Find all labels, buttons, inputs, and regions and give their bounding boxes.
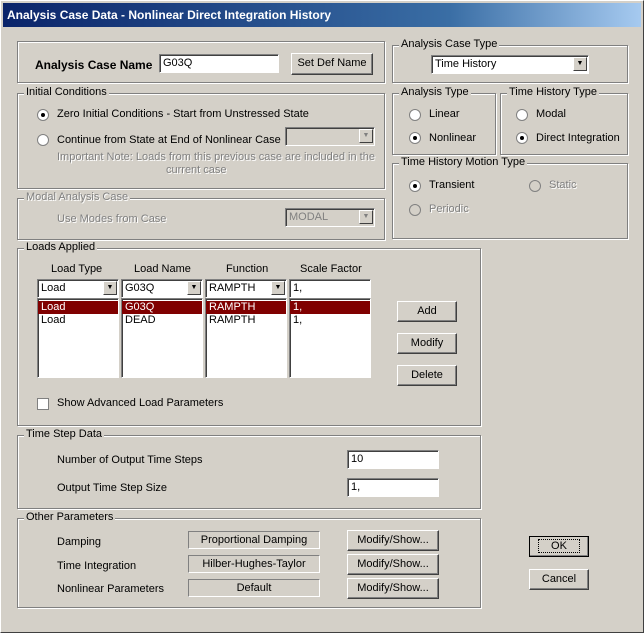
analysis-type-group: Analysis Type <box>392 86 496 155</box>
damping-modify-show-button[interactable]: Modify/Show... <box>347 530 439 551</box>
chevron-down-icon[interactable]: ▼ <box>573 57 587 71</box>
header-load-type: Load Type <box>51 263 103 275</box>
modify-button[interactable]: Modify <box>397 333 457 354</box>
load-name-value: G03Q <box>125 282 155 294</box>
case-name-label: Analysis Case Name <box>35 58 153 72</box>
chevron-down-icon[interactable]: ▼ <box>359 210 373 224</box>
title-bar: Analysis Case Data - Nonlinear Direct In… <box>3 3 641 27</box>
nonlinear-params-value: Default <box>188 579 320 597</box>
zero-initial-radio[interactable] <box>37 109 49 121</box>
case-type-dropdown[interactable]: Time History ▼ <box>431 55 589 74</box>
load-name-list[interactable]: G03Q DEAD <box>121 298 203 378</box>
transient-radio[interactable] <box>409 180 421 192</box>
header-scale-factor: Scale Factor <box>300 263 362 275</box>
nonlinear-radio[interactable] <box>409 132 421 144</box>
scale-factor-input[interactable]: 1, <box>289 279 371 298</box>
modal-radio[interactable] <box>516 109 528 121</box>
header-load-name: Load Name <box>134 263 191 275</box>
list-item[interactable]: RAMPTH <box>206 301 286 314</box>
loads-applied-legend: Loads Applied <box>24 241 98 253</box>
step-size-label: Output Time Step Size <box>57 482 168 494</box>
time-history-type-legend: Time History Type <box>507 86 600 98</box>
function-value: RAMPTH <box>209 282 256 294</box>
list-item[interactable]: 1, <box>290 314 370 327</box>
case-name-input[interactable]: G03Q <box>159 54 279 73</box>
function-dropdown[interactable]: RAMPTH ▼ <box>205 279 287 298</box>
chevron-down-icon[interactable]: ▼ <box>187 281 201 295</box>
modal-label: Modal <box>536 108 566 120</box>
integration-label: Time Integration <box>57 560 137 572</box>
linear-radio[interactable] <box>409 109 421 121</box>
ok-button-label: OK <box>538 539 580 553</box>
load-type-value: Load <box>41 282 66 294</box>
list-item[interactable]: Load <box>38 314 118 327</box>
output-steps-label: Number of Output Time Steps <box>57 454 203 466</box>
static-radio[interactable] <box>529 180 541 192</box>
integration-modify-show-button[interactable]: Modify/Show... <box>347 554 439 575</box>
other-params-legend: Other Parameters <box>24 511 116 523</box>
add-button[interactable]: Add <box>397 301 457 322</box>
damping-label: Damping <box>57 536 102 548</box>
list-item[interactable]: DEAD <box>122 314 202 327</box>
advanced-load-label: Show Advanced Load Parameters <box>57 397 224 409</box>
initial-conditions-legend: Initial Conditions <box>24 86 109 98</box>
continue-case-dropdown[interactable]: ▼ <box>285 127 375 146</box>
periodic-label: Periodic <box>429 203 469 215</box>
direct-integration-label: Direct Integration <box>536 132 620 144</box>
cancel-button[interactable]: Cancel <box>529 569 589 590</box>
case-type-legend: Analysis Case Type <box>399 38 500 50</box>
analysis-type-legend: Analysis Type <box>399 86 471 98</box>
output-steps-input[interactable]: 10 <box>347 450 439 469</box>
integration-value: Hilber-Hughes-Taylor <box>188 555 320 573</box>
damping-value: Proportional Damping <box>188 531 320 549</box>
time-step-group: Time Step Data <box>17 428 481 509</box>
load-name-dropdown[interactable]: G03Q ▼ <box>121 279 203 298</box>
chevron-down-icon[interactable]: ▼ <box>103 281 117 295</box>
list-item[interactable]: 1, <box>290 301 370 314</box>
step-size-input[interactable]: 1, <box>347 478 439 497</box>
nonlinear-params-label: Nonlinear Parameters <box>57 583 164 595</box>
modal-case-label: Use Modes from Case <box>57 213 167 225</box>
time-step-legend: Time Step Data <box>24 428 105 440</box>
load-type-list[interactable]: Load Load <box>37 298 119 378</box>
motion-type-group: Time History Motion Type <box>392 156 628 239</box>
continue-state-label: Continue from State at End of Nonlinear … <box>57 134 281 146</box>
scale-factor-list[interactable]: 1, 1, <box>289 298 371 378</box>
modal-case-legend: Modal Analysis Case <box>24 191 131 203</box>
function-list[interactable]: RAMPTH RAMPTH <box>205 298 287 378</box>
ok-button[interactable]: OK <box>529 536 589 557</box>
periodic-radio[interactable] <box>409 204 421 216</box>
continue-state-radio[interactable] <box>37 134 49 146</box>
nonlinear-modify-show-button[interactable]: Modify/Show... <box>347 578 439 599</box>
advanced-load-checkbox[interactable] <box>37 398 49 410</box>
linear-label: Linear <box>429 108 460 120</box>
load-type-dropdown[interactable]: Load ▼ <box>37 279 119 298</box>
dialog-window: Analysis Case Data - Nonlinear Direct In… <box>0 0 644 633</box>
list-item[interactable]: RAMPTH <box>206 314 286 327</box>
case-type-value: Time History <box>435 58 497 70</box>
chevron-down-icon[interactable]: ▼ <box>359 129 373 143</box>
direct-integration-radio[interactable] <box>516 132 528 144</box>
chevron-down-icon[interactable]: ▼ <box>271 281 285 295</box>
set-def-name-button[interactable]: Set Def Name <box>291 53 373 75</box>
transient-label: Transient <box>429 179 475 191</box>
nonlinear-label: Nonlinear <box>429 132 477 144</box>
header-function: Function <box>226 263 269 275</box>
modal-case-dropdown[interactable]: MODAL ▼ <box>285 208 375 227</box>
important-note-line1: Important Note: Loads from this previous… <box>57 151 375 163</box>
modal-case-value: MODAL <box>289 211 329 223</box>
list-item[interactable]: G03Q <box>122 301 202 314</box>
time-history-type-group: Time History Type <box>500 86 628 155</box>
important-note-line2: current case <box>166 164 227 176</box>
delete-button[interactable]: Delete <box>397 365 457 386</box>
motion-type-legend: Time History Motion Type <box>399 156 528 168</box>
list-item[interactable]: Load <box>38 301 118 314</box>
zero-initial-label: Zero Initial Conditions - Start from Uns… <box>57 108 309 120</box>
static-label: Static <box>549 179 577 191</box>
